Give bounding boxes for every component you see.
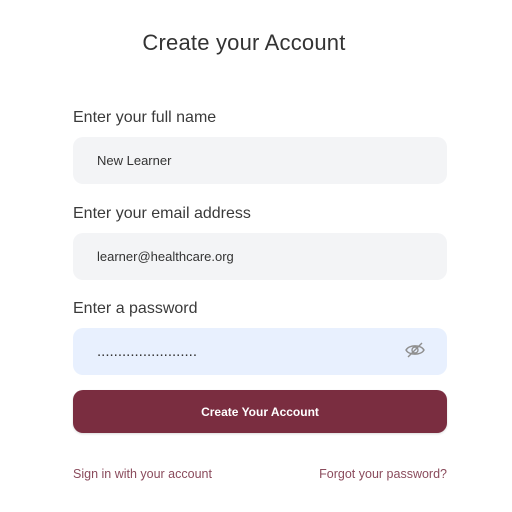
password-input[interactable] [73, 328, 447, 375]
create-account-page: Create your Account Enter your full name… [0, 0, 512, 512]
page-title: Create your Account [142, 30, 346, 55]
password-label: Enter a password [73, 300, 198, 317]
email-label: Enter your email address [73, 205, 251, 222]
forgot-password-link[interactable]: Forgot your password? [319, 467, 447, 481]
full-name-input[interactable] [73, 137, 447, 184]
create-account-button[interactable]: Create Your Account [73, 390, 447, 433]
email-input[interactable] [73, 233, 447, 280]
eye-slash-icon[interactable] [404, 340, 426, 360]
full-name-label: Enter your full name [73, 109, 217, 126]
sign-in-link[interactable]: Sign in with your account [73, 467, 212, 481]
